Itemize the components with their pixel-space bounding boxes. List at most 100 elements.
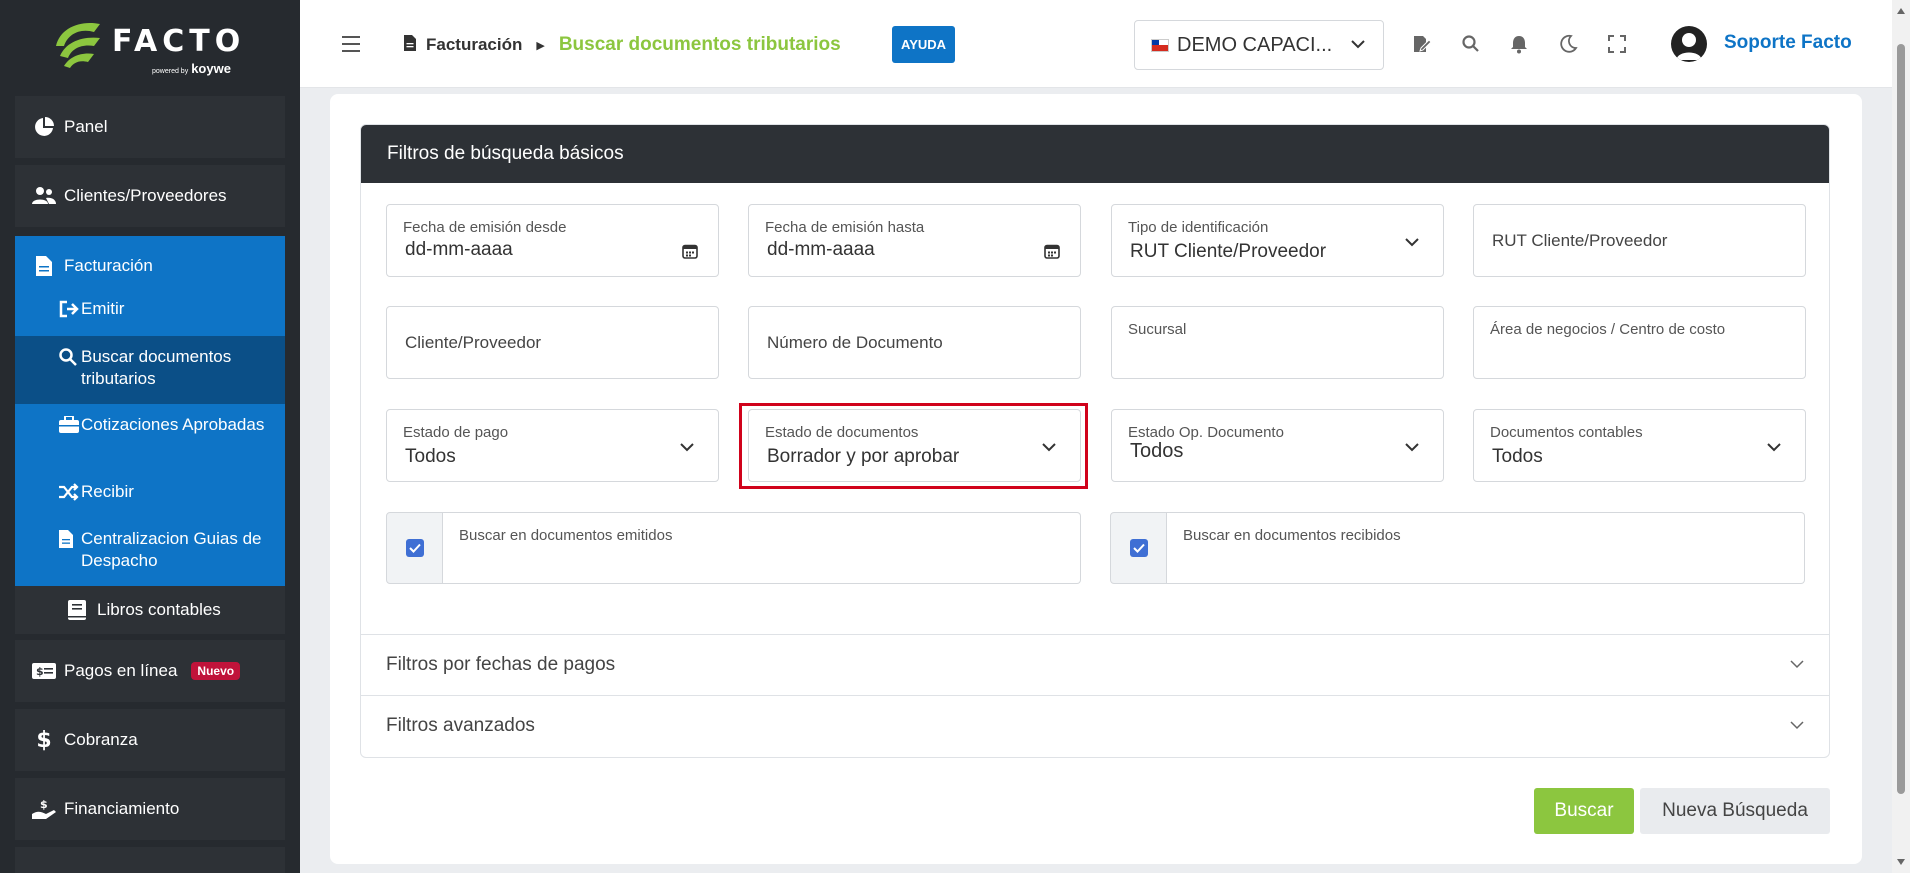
rut-input[interactable]: RUT Cliente/Proveedor xyxy=(1473,204,1806,277)
accordion-title: Filtros avanzados xyxy=(386,714,535,736)
estado-pago-select[interactable]: Estado de pago Todos xyxy=(386,409,719,482)
basic-filters-header[interactable]: Filtros de búsqueda básicos xyxy=(361,125,1829,183)
emitidos-checkbox[interactable] xyxy=(405,539,424,557)
sidebar-subitem-recibir[interactable]: Recibir xyxy=(15,481,285,511)
sidebar-subitem-cotizaciones[interactable]: Cotizaciones Aprobadas xyxy=(15,414,285,464)
field-label: Área de negocios / Centro de costo xyxy=(1490,321,1726,338)
calendar-icon[interactable] xyxy=(682,243,698,259)
field-placeholder: RUT Cliente/Proveedor xyxy=(1492,231,1668,250)
chevron-down-icon xyxy=(1790,721,1804,730)
breadcrumb: Facturación ▶ Buscar documentos tributar… xyxy=(404,34,841,56)
scrollbar-thumb[interactable] xyxy=(1897,44,1905,794)
sucursal-select[interactable]: Sucursal xyxy=(1111,306,1444,379)
facto-swoosh-icon xyxy=(56,22,100,68)
search-button[interactable]: Buscar xyxy=(1534,788,1634,834)
emitidos-checkbox-wrap[interactable] xyxy=(386,512,443,584)
brand-powered: powered by koywe xyxy=(152,61,231,76)
cliente-proveedor-input[interactable]: Cliente/Proveedor xyxy=(386,306,719,379)
facto-logo[interactable]: FACTO powered by koywe xyxy=(50,14,250,78)
sidebar-item-clientes[interactable]: Clientes/Proveedores xyxy=(15,165,285,227)
estado-op-documento-select[interactable]: Estado Op. Documento Todos xyxy=(1111,409,1444,482)
chevron-down-icon xyxy=(1351,40,1365,49)
sidebar-subitem-label: Emitir xyxy=(81,299,125,318)
search-icon xyxy=(59,348,79,372)
bell-icon[interactable] xyxy=(1509,34,1529,54)
field-label: Estado Op. Documento xyxy=(1128,424,1284,441)
dollar-icon: $ xyxy=(36,727,52,753)
breadcrumb-parent[interactable]: Facturación xyxy=(426,35,522,55)
sidebar-item-more[interactable] xyxy=(15,847,285,873)
field-value: Todos xyxy=(405,446,456,467)
scroll-down-arrow-icon[interactable] xyxy=(1897,859,1905,865)
sidebar-item-label: Facturación xyxy=(64,256,153,275)
calendar-icon[interactable] xyxy=(1044,243,1060,259)
svg-text:$: $ xyxy=(36,665,44,678)
sidebar-subitem-centralizacion[interactable]: Centralizacion Guias de Despacho xyxy=(15,528,285,578)
sidebar: FACTO powered by koywe Panel Clientes/Pro… xyxy=(0,0,300,873)
fecha-hasta-field[interactable]: Fecha de emisión hasta dd-mm-aaaa xyxy=(748,204,1081,277)
sidebar-item-cobranza[interactable]: $ Cobranza xyxy=(15,709,285,771)
scrollbar[interactable] xyxy=(1892,0,1910,873)
area-negocios-select[interactable]: Área de negocios / Centro de costo xyxy=(1473,306,1806,379)
new-search-button[interactable]: Nueva Búsqueda xyxy=(1640,788,1830,834)
hamburger-menu-icon[interactable] xyxy=(342,36,360,57)
field-value: dd-mm-aaaa xyxy=(767,239,875,260)
sidebar-item-pagos[interactable]: $ Pagos en línea Nuevo xyxy=(15,640,285,702)
recibidos-checkbox[interactable] xyxy=(1129,539,1148,557)
sidebar-group-facturacion: Facturación Emitir Buscar documentos tri… xyxy=(15,236,285,586)
fecha-desde-field[interactable]: Fecha de emisión desde dd-mm-aaaa xyxy=(386,204,719,277)
file-icon xyxy=(30,256,58,276)
search-icon[interactable] xyxy=(1461,34,1481,54)
field-label: Documentos contables xyxy=(1490,424,1643,441)
chevron-down-icon xyxy=(1405,443,1419,452)
sidebar-item-label: Financiamiento xyxy=(64,799,180,818)
company-selector[interactable]: DEMO CAPACI... xyxy=(1134,20,1384,70)
users-icon xyxy=(30,186,58,206)
sign-out-icon xyxy=(59,300,79,324)
chevron-down-icon xyxy=(680,443,694,452)
svg-text:$: $ xyxy=(40,798,48,811)
briefcase-icon xyxy=(59,415,79,440)
recibidos-checkbox-wrap[interactable] xyxy=(1110,512,1167,584)
breadcrumb-current: Buscar documentos tributarios xyxy=(558,34,841,55)
fullscreen-icon[interactable] xyxy=(1607,34,1627,54)
sidebar-subitem-label: Centralizacion Guias de Despacho xyxy=(81,529,262,570)
user-name[interactable]: Soporte Facto xyxy=(1724,32,1852,54)
emitidos-field[interactable]: Buscar en documentos emitidos xyxy=(443,512,1081,584)
sidebar-item-panel[interactable]: Panel xyxy=(15,96,285,158)
field-label: Sucursal xyxy=(1128,321,1187,338)
highlight-box xyxy=(739,403,1088,489)
top-bar: Facturación ▶ Buscar documentos tributar… xyxy=(300,0,1892,88)
sidebar-item-financiamiento[interactable]: $ Financiamiento xyxy=(15,778,285,840)
hand-holding-dollar-icon: $ xyxy=(30,798,58,820)
sidebar-subitem-label: Cotizaciones Aprobadas xyxy=(81,415,265,434)
caret-right-icon: ▶ xyxy=(536,39,545,52)
sidebar-item-facturacion[interactable]: Facturación xyxy=(15,236,285,296)
field-placeholder: Cliente/Proveedor xyxy=(405,333,542,352)
accordion-avanzados[interactable]: Filtros avanzados xyxy=(360,695,1830,755)
field-value: dd-mm-aaaa xyxy=(405,239,513,260)
field-value: RUT Cliente/Proveedor xyxy=(1130,241,1327,262)
accordion-title: Filtros por fechas de pagos xyxy=(386,653,616,675)
help-button[interactable]: AYUDA xyxy=(892,26,956,63)
tipo-identificacion-select[interactable]: Tipo de identificación RUT Cliente/Prove… xyxy=(1111,204,1444,277)
sidebar-subitem-buscar[interactable]: Buscar documentos tributarios xyxy=(15,336,285,404)
edit-document-icon[interactable] xyxy=(1412,34,1432,54)
shuffle-icon xyxy=(59,483,79,507)
numero-documento-input[interactable]: Número de Documento xyxy=(748,306,1081,379)
accordion-fechas-pagos[interactable]: Filtros por fechas de pagos xyxy=(360,634,1830,694)
scroll-up-arrow-icon[interactable] xyxy=(1897,8,1905,14)
field-label: Buscar en documentos recibidos xyxy=(1183,527,1401,544)
avatar[interactable] xyxy=(1671,26,1707,62)
field-label: Fecha de emisión hasta xyxy=(765,219,925,236)
field-value: Todos xyxy=(1130,440,1184,462)
sidebar-subitem-label: Buscar documentos tributarios xyxy=(81,347,232,388)
recibidos-field[interactable]: Buscar en documentos recibidos xyxy=(1167,512,1805,584)
sidebar-item-label: Libros contables xyxy=(97,600,221,619)
sidebar-subitem-libros[interactable]: Libros contables xyxy=(15,586,285,634)
documentos-contables-select[interactable]: Documentos contables Todos xyxy=(1473,409,1806,482)
sidebar-subitem-emitir[interactable]: Emitir xyxy=(15,298,285,332)
chevron-down-icon xyxy=(1767,443,1781,452)
moon-icon[interactable] xyxy=(1558,34,1578,54)
company-name: DEMO CAPACI... xyxy=(1177,33,1333,56)
